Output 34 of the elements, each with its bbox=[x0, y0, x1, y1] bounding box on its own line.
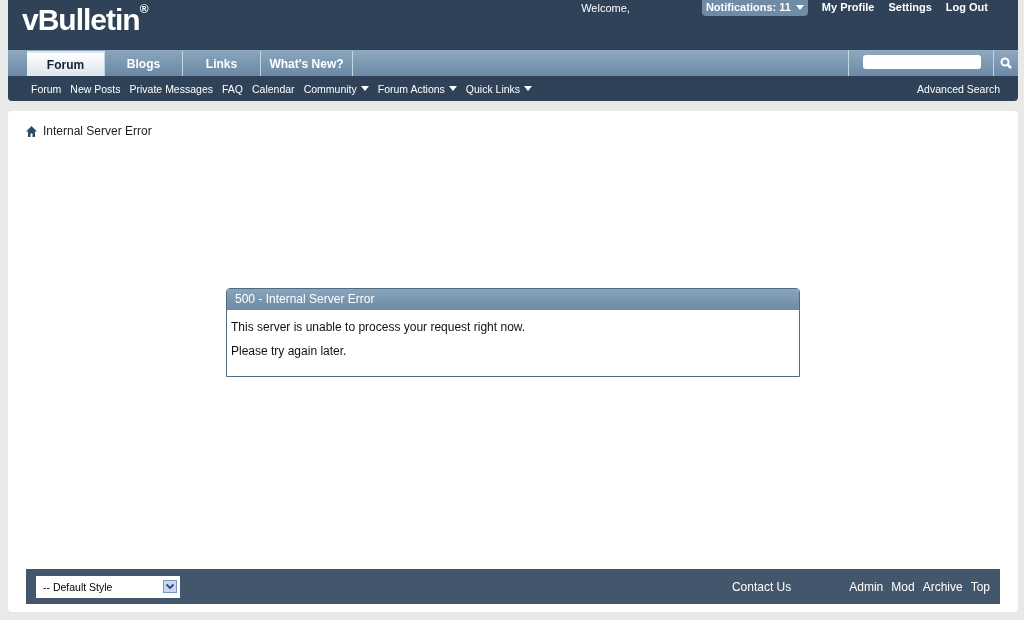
error-title: 500 - Internal Server Error bbox=[227, 289, 799, 310]
error-message: This server is unable to process your request right now. bbox=[231, 320, 527, 334]
user-link[interactable]: My Profile bbox=[821, 1, 875, 13]
style-select[interactable]: -- Default Style bbox=[36, 575, 180, 598]
notifications-button[interactable]: Notifications: 11 bbox=[701, 0, 808, 16]
nav-link[interactable]: Forum Actions bbox=[377, 82, 457, 95]
user-link[interactable]: Log Out bbox=[945, 1, 988, 13]
caret-icon bbox=[795, 4, 804, 10]
nav-link[interactable]: Private Messages bbox=[129, 82, 213, 95]
footer-link[interactable]: Archive bbox=[922, 579, 963, 594]
error-message: Please try again later. bbox=[231, 344, 348, 358]
breadcrumb-text: Internal Server Error bbox=[43, 124, 152, 138]
nav-link[interactable]: Community bbox=[303, 82, 369, 95]
home-icon[interactable] bbox=[26, 125, 37, 137]
welcome-text: Welcome, bbox=[581, 2, 630, 14]
dropdown-icon bbox=[163, 580, 177, 593]
footer-link[interactable]: Contact Us bbox=[731, 579, 792, 594]
site-logo[interactable]: vBulletin$^{®}$ bbox=[8, 0, 148, 50]
caret-icon bbox=[360, 86, 369, 91]
footer-link[interactable]: Admin bbox=[849, 579, 884, 594]
nav-link[interactable]: New Posts bbox=[70, 82, 121, 95]
search-field[interactable] bbox=[863, 55, 981, 69]
nav-link[interactable]: Calendar bbox=[252, 82, 295, 95]
caret-icon bbox=[524, 86, 533, 91]
advanced-search-link[interactable]: Advanced Search bbox=[917, 82, 1000, 95]
nav-link[interactable]: FAQ bbox=[222, 82, 243, 95]
nav-tab[interactable]: Forum bbox=[27, 51, 105, 76]
user-link[interactable]: Settings bbox=[888, 1, 932, 13]
footer-link[interactable]: Top bbox=[970, 579, 990, 594]
caret-icon bbox=[448, 86, 457, 91]
search-icon bbox=[1000, 57, 1012, 69]
nav-link[interactable]: Forum bbox=[31, 82, 62, 95]
footer-link[interactable]: Mod bbox=[891, 579, 915, 594]
nav-link[interactable]: Quick Links bbox=[465, 82, 533, 95]
